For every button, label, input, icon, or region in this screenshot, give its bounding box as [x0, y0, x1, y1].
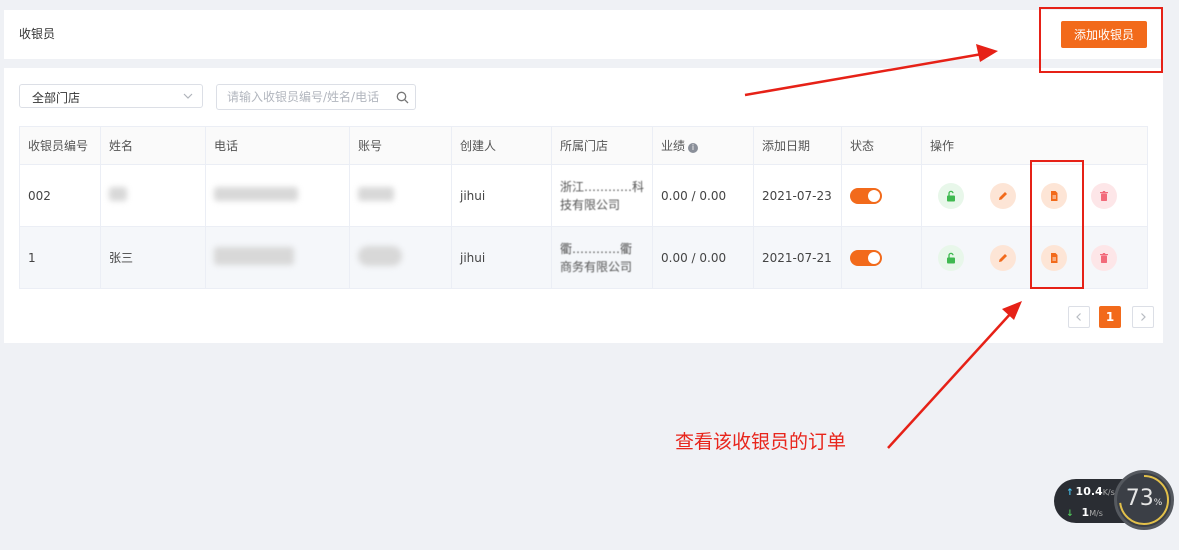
delete-button[interactable] [1091, 244, 1117, 271]
annotation-box-add-button [1039, 7, 1163, 73]
store-select-value: 全部门店 [32, 91, 81, 105]
blurred-phone [214, 247, 294, 265]
store-line-1: 衢…………衢 [560, 241, 633, 256]
col-header-name: 姓名 [100, 126, 206, 165]
blurred-name [109, 187, 127, 201]
col-header-actions: 操作 [921, 126, 1148, 165]
chevron-right-icon [1141, 313, 1146, 321]
col-header-id: 收银员编号 [19, 126, 101, 165]
download-speed: ↓ 1M/s [1066, 506, 1103, 519]
annotation-box-orders-column [1030, 160, 1084, 289]
search-icon[interactable] [396, 91, 409, 104]
page-title: 收银员 [19, 27, 56, 41]
gauge-number: 73 [1125, 486, 1154, 511]
store-line-2: 商务有限公司 [560, 259, 633, 274]
pencil-icon [999, 253, 1007, 262]
cell-name [100, 164, 206, 227]
cell-status [841, 164, 922, 227]
toggle-knob [868, 189, 880, 202]
col-header-performance-label: 业绩 [661, 139, 686, 153]
cell-account [349, 164, 452, 227]
cell-phone [205, 164, 350, 227]
arrow-down-icon: ↓ [1066, 509, 1074, 519]
col-header-phone: 电话 [205, 126, 350, 165]
cell-creator: jihui [451, 226, 552, 289]
blurred-account [358, 187, 394, 201]
cell-date: 2021-07-21 [753, 226, 842, 289]
status-toggle[interactable] [850, 249, 882, 266]
col-header-performance: 业绩 i [652, 126, 754, 165]
store-line-2: 技有限公司 [560, 197, 621, 212]
cell-performance: 0.00 / 0.00 [652, 164, 754, 227]
memory-gauge[interactable]: 73% [1114, 470, 1174, 530]
col-header-account: 账号 [349, 126, 452, 165]
status-toggle[interactable] [850, 187, 882, 204]
col-header-store: 所属门店 [551, 126, 653, 165]
arrow-up-icon: ↑ [1066, 488, 1074, 498]
search-input[interactable] [227, 88, 387, 106]
page-number-current[interactable]: 1 [1099, 306, 1121, 328]
gauge-value: 73% [1117, 486, 1171, 511]
chevron-down-icon [183, 93, 193, 99]
download-unit: M/s [1089, 509, 1103, 518]
cell-id: 002 [19, 164, 101, 227]
pencil-icon [999, 191, 1007, 200]
unlock-button[interactable] [938, 182, 964, 209]
next-page-button[interactable] [1132, 306, 1154, 328]
trash-icon [1100, 252, 1108, 263]
prev-page-button[interactable] [1068, 306, 1090, 328]
cashier-table: 收银员编号 姓名 电话 账号 创建人 所属门店 业绩 i 添加日期 状态 操作 0… [19, 126, 1148, 289]
store-line-1: 浙江…………科 [560, 179, 645, 194]
store-select[interactable]: 全部门店 [19, 84, 203, 108]
table-row: 1 张三 jihui 衢…………衢 商务有限公司 0.00 / 0.00 2021… [19, 226, 1148, 289]
col-header-status: 状态 [841, 126, 922, 165]
upload-value: 10.4 [1075, 485, 1103, 498]
table-header-row: 收银员编号 姓名 电话 账号 创建人 所属门店 业绩 i 添加日期 状态 操作 [19, 126, 1148, 165]
info-icon[interactable]: i [688, 143, 699, 153]
table-row: 002 jihui 浙江…………科 技有限公司 0.00 / 0.00 2021-… [19, 164, 1148, 227]
cell-store: 衢…………衢 商务有限公司 [551, 226, 653, 289]
col-header-date: 添加日期 [753, 126, 842, 165]
cell-phone [205, 226, 350, 289]
annotation-text: 查看该收银员的订单 [675, 431, 847, 453]
cell-date: 2021-07-23 [753, 164, 842, 227]
blurred-account [358, 246, 402, 266]
unlock-icon [947, 252, 955, 263]
col-header-creator: 创建人 [451, 126, 552, 165]
header-card: 收银员 [4, 10, 1163, 59]
cell-id: 1 [19, 226, 101, 289]
unlock-icon [947, 190, 955, 201]
gauge-unit: % [1153, 498, 1163, 508]
cell-store: 浙江…………科 技有限公司 [551, 164, 653, 227]
cell-name: 张三 [100, 226, 206, 289]
blurred-phone [214, 187, 298, 201]
cell-creator: jihui [451, 164, 552, 227]
unlock-button[interactable] [938, 244, 964, 271]
trash-icon [1100, 190, 1108, 201]
delete-button[interactable] [1091, 182, 1117, 209]
search-box [216, 84, 416, 110]
edit-button[interactable] [990, 244, 1016, 271]
upload-unit: K/s [1102, 488, 1115, 497]
cell-status [841, 226, 922, 289]
main-card: 全部门店 收银员编号 姓名 电话 账号 创建人 所属门店 业绩i 添加日期 状态… [4, 68, 1163, 343]
cell-account [349, 226, 452, 289]
cell-performance: 0.00 / 0.00 [652, 226, 754, 289]
chevron-left-icon [1076, 313, 1081, 321]
edit-button[interactable] [990, 182, 1016, 209]
upload-speed: ↑ 10.4K/s [1066, 485, 1115, 498]
toggle-knob [868, 251, 880, 264]
